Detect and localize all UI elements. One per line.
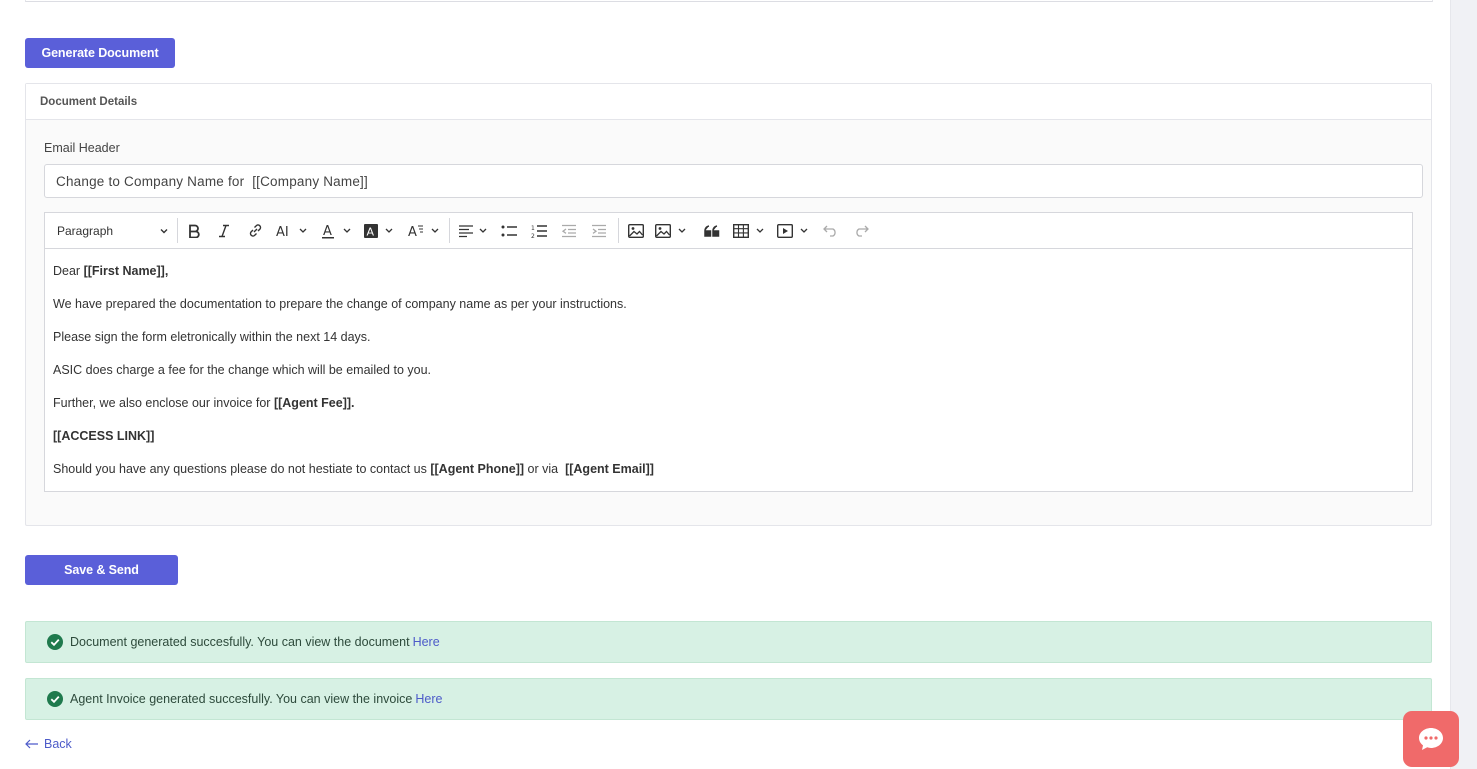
success-alert-document: Document generated succesfully. You can … [25,621,1432,663]
contact-line: Should you have any questions please do … [53,461,1404,477]
toolbar-separator [449,218,450,243]
first-name-field: [[First Name]], [83,264,169,278]
success-alert-invoice: Agent Invoice generated succesfully. You… [25,678,1432,720]
back-link[interactable]: Back [25,737,72,751]
svg-text:A: A [367,225,375,238]
contact-mid-text: or via [524,462,566,476]
media-icon[interactable] [776,213,812,248]
previous-section-edge [25,0,1433,2]
table-icon[interactable] [732,213,768,248]
blockquote-icon[interactable] [702,213,722,248]
agent-phone-field: [[Agent Phone]] [430,462,525,476]
undo-icon[interactable] [821,213,841,248]
greeting-text: Dear [53,264,84,278]
invoice-text: Further, we also enclose our invoice for [53,396,274,410]
paragraph-select-label: Paragraph [57,223,114,238]
chat-bubble-icon [1419,728,1443,750]
check-circle-icon [47,691,63,707]
highlight-icon[interactable]: A [363,213,397,248]
page: Generate Document Document Details Email… [0,0,1451,769]
svg-text:1: 1 [531,225,535,232]
bullet-list-icon[interactable] [499,213,519,248]
access-link-field: [[ACCESS LINK]] [53,429,155,443]
svg-text:2: 2 [531,233,535,239]
bold-icon[interactable] [185,213,203,248]
toolbar-separator [177,218,178,243]
numbered-list-icon[interactable]: 12 [529,213,549,248]
font-size-icon[interactable]: AI [275,213,311,248]
image-icon[interactable] [626,213,646,248]
chevron-down-icon [160,229,168,234]
view-invoice-link[interactable]: Here [415,692,442,706]
font-color-icon[interactable]: A [321,213,355,248]
check-circle-icon [47,634,63,650]
card-title: Document Details [26,84,1431,120]
rich-text-editor: Paragraph AI A A A 1 2 Dear [[First Name… [44,212,1413,492]
access-link-line: [[ACCESS LINK]] [53,428,1404,444]
view-document-link[interactable]: Here [413,635,440,649]
body-line: Please sign the form eletronically withi… [53,330,371,344]
svg-text:A: A [323,224,332,239]
align-icon[interactable] [457,213,491,248]
agent-email-field: [[Agent Email]] [565,462,654,476]
body-line: ASIC does charge a fee for the change wh… [53,363,431,377]
outdent-icon[interactable] [559,213,579,248]
email-header-label: Email Header [44,141,120,155]
body-line: We have prepared the documentation to pr… [53,297,627,311]
text-style-icon[interactable]: A [407,213,443,248]
svg-text:AI: AI [276,225,289,238]
link-icon[interactable] [245,213,265,248]
contact-text: Should you have any questions please do … [53,462,431,476]
svg-text:A: A [408,225,417,239]
indent-icon[interactable] [589,213,609,248]
redo-icon[interactable] [851,213,871,248]
alert-text: Document generated succesfully. You can … [70,635,410,649]
italic-icon[interactable] [215,213,233,248]
save-send-button[interactable]: Save & Send [25,555,178,585]
agent-fee-field: [[Agent Fee]]. [273,396,355,410]
chat-widget-button[interactable] [1403,711,1459,767]
insert-image-icon[interactable] [654,213,690,248]
paragraph-select[interactable]: Paragraph [57,213,169,248]
generate-document-button[interactable]: Generate Document [25,38,175,68]
arrow-left-icon [25,739,38,749]
invoice-line: Further, we also enclose our invoice for… [53,395,1404,411]
document-details-card: Document Details Email Header Paragraph [25,83,1432,526]
back-label: Back [44,737,72,751]
editor-toolbar: Paragraph AI A A A 1 2 [45,213,1412,249]
greeting-line: Dear [[First Name]], [53,263,1404,279]
editor-content[interactable]: Dear [[First Name]], We have prepared th… [45,249,1412,477]
alert-text: Agent Invoice generated succesfully. You… [70,692,413,706]
email-header-input[interactable] [44,164,1423,198]
toolbar-separator [618,218,619,243]
